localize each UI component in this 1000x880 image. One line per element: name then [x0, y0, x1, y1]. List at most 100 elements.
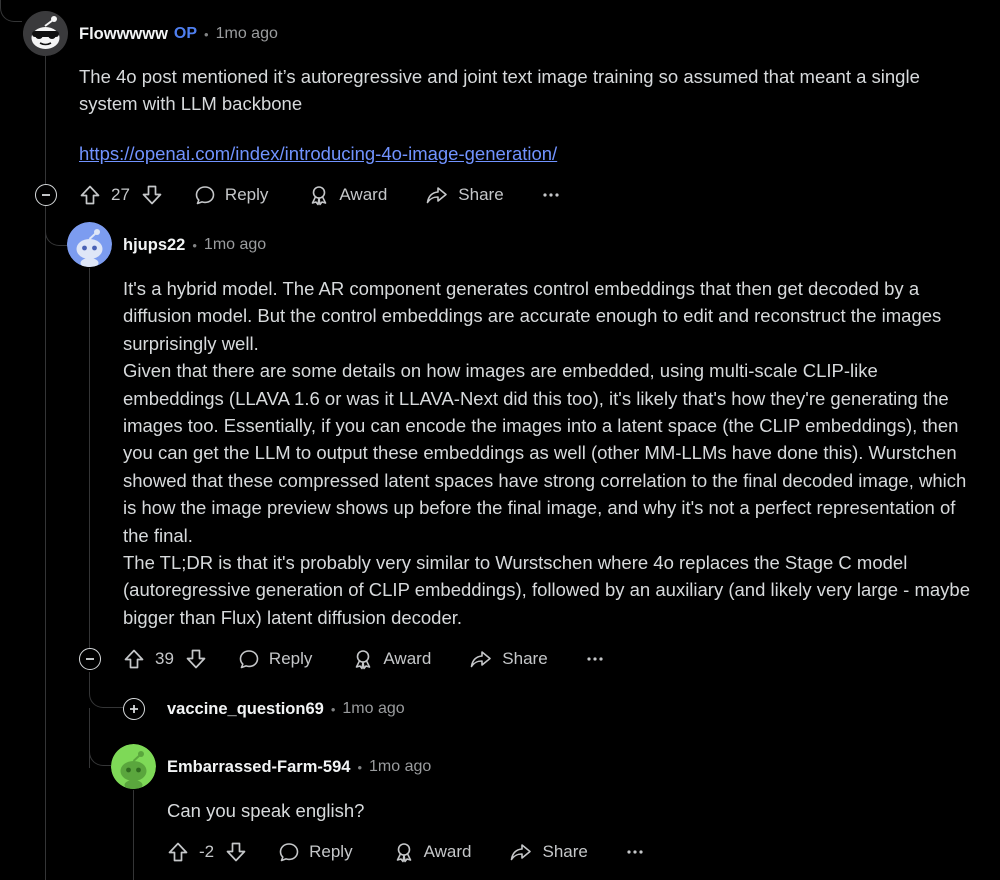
upvote-icon	[80, 185, 100, 205]
upvote-button[interactable]	[167, 841, 189, 863]
downvote-button[interactable]	[141, 184, 163, 206]
timestamp[interactable]: 1mo ago	[369, 758, 431, 776]
comment-meta: Embarrassed-Farm-594 • 1mo ago	[167, 756, 431, 778]
separator-dot: •	[357, 759, 362, 775]
more-options-button[interactable]	[626, 849, 644, 855]
award-icon	[356, 650, 371, 670]
timestamp[interactable]: 1mo ago	[342, 700, 404, 718]
share-button[interactable]: Share	[509, 841, 588, 863]
award-label: Award	[423, 842, 472, 861]
thread-line-reply1	[89, 268, 90, 648]
comment-paragraph: Can you speak english?	[167, 800, 365, 821]
award-label: Award	[383, 649, 432, 668]
comment-meta: vaccine_question69 • 1mo ago	[167, 698, 405, 720]
article-link[interactable]: https://openai.com/index/introducing-4o-…	[79, 143, 557, 164]
comment-actions: 27 Reply Award Share	[79, 178, 560, 212]
comment-actions: -2 Reply Award Share	[167, 835, 644, 869]
more-options-button[interactable]	[542, 192, 560, 198]
award-button[interactable]: Award	[393, 841, 472, 863]
award-button[interactable]: Award	[352, 648, 431, 670]
downvote-icon	[186, 649, 206, 669]
award-button[interactable]: Award	[308, 184, 387, 206]
thread-curve-reply1	[45, 206, 67, 246]
award-icon	[396, 843, 411, 863]
comment-meta: Flowwwww OP • 1mo ago	[79, 23, 278, 45]
avatar-snoo-icon	[67, 222, 112, 267]
more-icon	[587, 657, 603, 661]
collapse-button[interactable]	[79, 648, 101, 670]
author-name[interactable]: Flowwwww	[79, 25, 168, 44]
comment-actions: 39 Reply Award Share	[123, 642, 604, 676]
avatar[interactable]	[23, 11, 68, 56]
comment-paragraph: It's a hybrid model. The AR component ge…	[123, 278, 942, 354]
vote-control: -2	[167, 841, 247, 863]
share-icon	[511, 844, 532, 861]
share-label: Share	[542, 842, 588, 861]
expand-button[interactable]	[123, 698, 145, 720]
avatar-snoo-icon	[23, 11, 68, 56]
author-name[interactable]: Embarrassed-Farm-594	[167, 758, 350, 777]
thread-line-left-edge	[45, 208, 46, 880]
reply-button[interactable]: Reply	[238, 648, 312, 670]
share-label: Share	[458, 185, 504, 204]
upvote-button[interactable]	[123, 648, 145, 670]
reply-label: Reply	[268, 649, 313, 668]
award-label: Award	[339, 185, 388, 204]
reply-label: Reply	[309, 842, 353, 861]
comment-body: It's a hybrid model. The AR component ge…	[123, 275, 983, 631]
comment-paragraph: The 4o post mentioned it’s autoregressiv…	[79, 66, 920, 115]
avatar[interactable]	[67, 222, 112, 267]
thread-curve-parent	[0, 0, 22, 22]
downvote-icon	[226, 842, 246, 862]
comment-meta: hjups22 • 1mo ago	[123, 234, 266, 256]
downvote-button[interactable]	[185, 648, 207, 670]
comment-paragraph: The TL;DR is that it's probably very sim…	[123, 552, 970, 628]
avatar[interactable]	[111, 744, 156, 789]
avatar-snoo-icon	[111, 744, 156, 789]
reply-button[interactable]: Reply	[194, 184, 268, 206]
more-options-button[interactable]	[586, 656, 604, 662]
separator-dot: •	[330, 701, 336, 717]
author-name[interactable]: hjups22	[123, 236, 185, 255]
vote-count: 27	[111, 185, 130, 204]
comment-paragraph: Given that there are some details on how…	[123, 360, 967, 546]
collapse-icon	[42, 194, 50, 196]
timestamp[interactable]: 1mo ago	[216, 25, 278, 43]
share-button[interactable]: Share	[425, 184, 504, 206]
vote-count: 39	[155, 649, 174, 668]
upvote-button[interactable]	[79, 184, 101, 206]
comment-body: The 4o post mentioned it’s autoregressiv…	[79, 63, 979, 167]
timestamp[interactable]: 1mo ago	[204, 236, 266, 254]
vote-count: -2	[199, 842, 215, 861]
more-icon	[543, 193, 559, 197]
collapse-icon	[86, 658, 94, 660]
op-badge: OP	[173, 25, 198, 42]
share-label: Share	[502, 649, 548, 668]
author-name[interactable]: vaccine_question69	[167, 700, 324, 719]
downvote-button[interactable]	[225, 841, 247, 863]
reply-label: Reply	[224, 185, 269, 204]
award-icon	[312, 186, 327, 206]
upvote-icon	[124, 649, 144, 669]
more-icon	[627, 850, 643, 854]
share-icon	[470, 651, 492, 668]
reply-icon	[195, 186, 215, 205]
thread-line-root	[45, 56, 46, 184]
reply-icon	[239, 650, 259, 669]
thread-curve-reply3	[89, 730, 111, 766]
upvote-icon	[168, 842, 188, 862]
reply-icon	[279, 843, 299, 862]
vote-control: 27	[79, 184, 163, 206]
reply-button[interactable]: Reply	[278, 841, 353, 863]
share-icon	[426, 187, 448, 204]
share-button[interactable]: Share	[469, 648, 548, 670]
downvote-icon	[142, 185, 162, 205]
separator-dot: •	[192, 237, 197, 253]
thread-line-reply3	[133, 790, 134, 880]
thread-curve-reply2	[89, 672, 123, 708]
expand-icon	[130, 705, 138, 713]
comment-body: Can you speak english?	[167, 797, 967, 824]
vote-control: 39	[123, 648, 207, 670]
separator-dot: •	[204, 26, 209, 42]
collapse-button[interactable]	[35, 184, 57, 206]
